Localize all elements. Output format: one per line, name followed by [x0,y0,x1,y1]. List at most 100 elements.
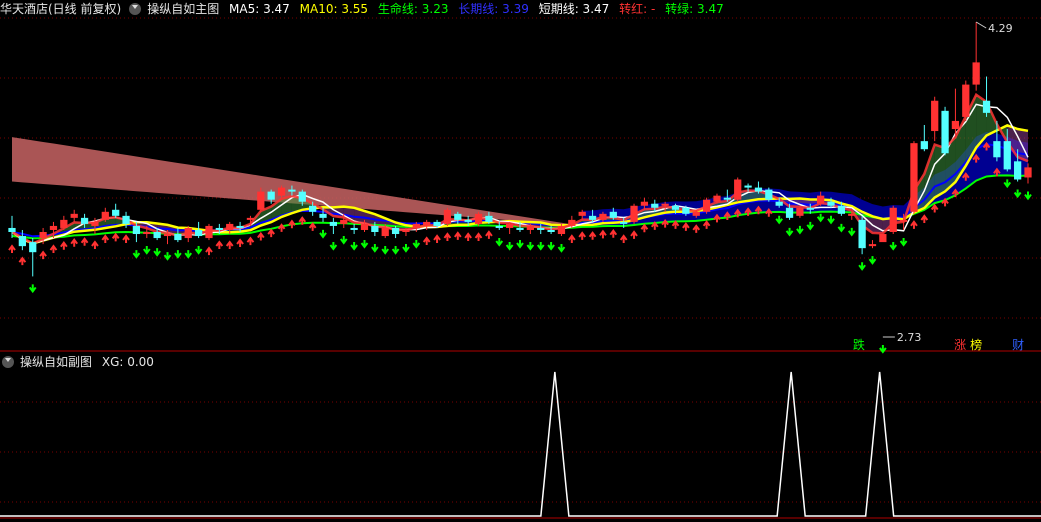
down-arrow [847,227,856,237]
up-arrow [308,222,317,231]
candle-body [381,227,389,237]
down-arrow [381,246,390,255]
up-arrow [60,241,68,250]
down-arrow [516,240,524,249]
up-arrow [111,232,120,242]
candle-body [858,219,866,249]
candle-body [70,213,78,218]
candle-body [298,191,306,202]
signal-drop-label: 跌 [853,337,865,352]
candle-body [754,187,763,192]
candle-body [651,203,659,208]
down-arrow [775,215,783,225]
candle-body [329,221,338,226]
down-arrow [557,244,566,253]
candle-body [433,221,441,226]
up-arrow [236,238,244,247]
down-arrow [132,250,141,259]
candle-body [868,244,877,247]
candle-body [547,229,555,232]
candle-body [682,207,690,214]
candle-body [49,225,58,230]
candle-body [309,205,317,212]
up-arrow [692,224,701,233]
candle-body [184,227,192,239]
up-arrow [568,234,576,243]
up-arrow [485,230,493,239]
candle-body [951,120,960,130]
grid [0,17,1041,519]
down-arrow [412,240,421,249]
down-arrow [816,213,825,223]
signal-ranking-label: 榜 [970,337,982,352]
candle-body [796,207,804,216]
up-arrow [215,240,224,250]
low-price-label: 2.73 [897,331,922,344]
down-arrow [184,250,193,259]
down-arrow [319,229,327,239]
down-arrow [329,242,338,251]
candle-body [1024,167,1032,178]
candle-body [360,223,369,230]
candle-body [423,221,431,226]
up-arrow [619,234,628,243]
candle-body [29,242,37,253]
candle-body [112,209,120,216]
candle-body [485,215,493,222]
down-arrow [858,262,866,271]
down-arrow [868,256,877,265]
candle-body [972,62,980,85]
candle-body [288,189,296,192]
candle-body [1003,141,1011,170]
down-arrow [785,227,794,237]
down-arrow [547,242,555,251]
down-arrow [371,244,379,253]
up-arrow [422,236,431,245]
candle-body [671,205,680,210]
candlestick-chart[interactable]: 4.29 2.73 跌 涨榜 财 [0,0,1041,522]
candle-body [889,207,897,232]
up-arrow [910,220,918,229]
down-arrow [899,237,908,247]
up-arrow [588,231,597,240]
candle-body [692,211,700,216]
candle-body [931,100,939,132]
candle-body [640,201,649,206]
candle-body [60,219,68,228]
candle-body [962,84,970,117]
high-pointer [975,21,987,29]
down-arrow [360,240,369,249]
candle-body [402,229,410,232]
candle-body [174,234,182,241]
up-arrow [18,256,27,266]
down-arrow [402,244,410,253]
candle-body [153,232,161,239]
up-arrow [267,228,275,238]
up-arrow [205,246,213,256]
candle-body [630,205,638,222]
down-arrow [796,225,804,235]
down-arrow [350,242,358,251]
candle-body [702,199,711,212]
up-arrow [599,229,607,239]
candle-body [319,213,327,218]
down-arrow [806,221,815,231]
candle-body [785,207,794,218]
up-arrow [8,244,16,254]
candle-body [495,225,503,228]
candle-body [205,225,213,239]
candle-body [257,191,265,210]
candle-body [122,215,130,224]
candle-body [827,201,835,206]
candle-body [920,141,928,150]
candle-body [143,232,151,235]
candle-body [277,187,286,196]
candle-body [80,217,89,224]
down-arrow [339,235,348,245]
up-arrow [453,231,462,240]
up-arrow [70,238,79,247]
up-arrow [122,234,130,243]
down-arrow [505,242,514,251]
up-arrow [640,223,649,233]
candle-body [194,229,203,237]
